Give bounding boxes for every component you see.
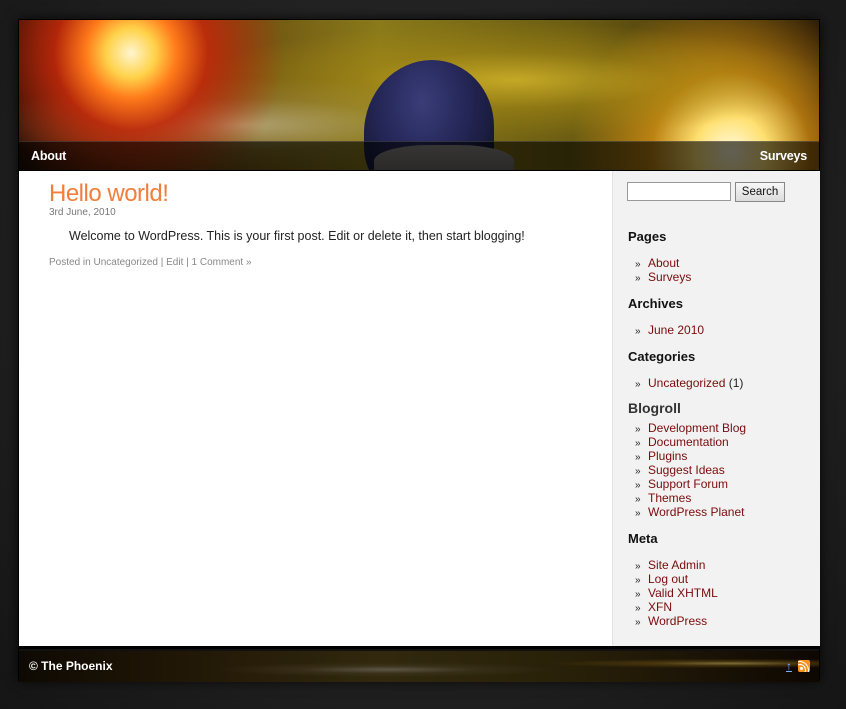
category-link-uncategorized[interactable]: Uncategorized (648, 376, 725, 390)
blogroll-link[interactable]: Documentation (648, 435, 729, 449)
archive-link-june-2010[interactable]: June 2010 (648, 323, 704, 337)
blogroll-link[interactable]: WordPress Planet (648, 505, 745, 519)
list-item: » WordPress Planet (635, 505, 746, 519)
nav-about-link[interactable]: About (31, 149, 66, 163)
blogroll-link[interactable]: Themes (648, 491, 691, 505)
meta-heading: Meta (628, 531, 658, 546)
bullet-icon: » (635, 379, 641, 390)
pages-list: » About » Surveys (635, 256, 691, 284)
blogroll-heading: Blogroll (628, 400, 681, 416)
post-category-link[interactable]: Uncategorized (93, 257, 157, 268)
list-item: » Themes (635, 491, 746, 505)
archives-list: » June 2010 (635, 323, 704, 337)
categories-list: » Uncategorized (1) (635, 376, 743, 390)
meta-link-wordpress[interactable]: WordPress (648, 614, 707, 628)
list-item: » Valid XHTML (635, 586, 718, 600)
list-item: » Suggest Ideas (635, 463, 746, 477)
list-item: » Log out (635, 572, 718, 586)
post-meta: Posted in Uncategorized | Edit | 1 Comme… (49, 257, 252, 268)
nav-surveys-link[interactable]: Surveys (760, 149, 807, 163)
page-link-about[interactable]: About (648, 256, 679, 270)
top-nav: About Surveys (19, 141, 819, 170)
meta-link-xfn[interactable]: XFN (648, 600, 672, 614)
list-item: » Surveys (635, 270, 691, 284)
bullet-icon: » (635, 273, 641, 284)
blogroll-list: » Development Blog » Documentation » Plugin… (635, 421, 746, 519)
sidebar: Search Pages » About » Surveys Archives » J… (612, 171, 820, 646)
meta-link-site-admin[interactable]: Site Admin (648, 558, 705, 572)
post-meta-sep: | (157, 257, 167, 268)
list-item: » Documentation (635, 435, 746, 449)
list-item: » WordPress (635, 614, 718, 628)
post-meta-sep: | (183, 257, 192, 268)
page-wrapper: About Surveys Hello world! 3rd June, 201… (18, 19, 820, 682)
pages-heading: Pages (628, 229, 667, 244)
header-banner: About Surveys (19, 20, 819, 170)
post-comments-link[interactable]: 1 Comment » (192, 257, 252, 268)
list-item: » Development Blog (635, 421, 746, 435)
categories-heading: Categories (628, 349, 696, 364)
list-item: » XFN (635, 600, 718, 614)
bullet-icon: » (635, 326, 641, 337)
archives-heading: Archives (628, 296, 683, 311)
list-item: » Site Admin (635, 558, 718, 572)
list-item: » Plugins (635, 449, 746, 463)
list-item: » Support Forum (635, 477, 746, 491)
meta-list: » Site Admin » Log out » Valid XHTML » XFN »… (635, 558, 718, 628)
main-content: Hello world! 3rd June, 2010 Welcome to W… (19, 171, 612, 646)
blogroll-link[interactable]: Plugins (648, 449, 687, 463)
footer: © The Phoenix ↑ (19, 649, 819, 682)
footer-overlay (19, 651, 819, 682)
list-item: » June 2010 (635, 323, 704, 337)
post-body: Welcome to WordPress. This is your first… (69, 229, 525, 243)
post-date: 3rd June, 2010 (49, 207, 116, 218)
post-title[interactable]: Hello world! (49, 180, 169, 208)
rss-icon[interactable] (798, 660, 810, 672)
page-link-surveys[interactable]: Surveys (648, 270, 691, 284)
arrow-up-icon[interactable]: ↑ (786, 659, 792, 673)
list-item: » Uncategorized (1) (635, 376, 743, 390)
blogroll-link[interactable]: Suggest Ideas (648, 463, 725, 477)
search-button[interactable]: Search (735, 182, 785, 202)
search-input[interactable] (627, 182, 731, 201)
meta-link-valid-xhtml[interactable]: Valid XHTML (648, 586, 718, 600)
blogroll-link[interactable]: Development Blog (648, 421, 746, 435)
blogroll-link[interactable]: Support Forum (648, 477, 728, 491)
list-item: » About (635, 256, 691, 270)
post-meta-prefix: Posted in (49, 257, 94, 268)
bullet-icon: » (635, 617, 641, 628)
rss-dot (800, 667, 803, 670)
footer-copyright: © The Phoenix (29, 659, 113, 673)
bullet-icon: » (635, 508, 641, 519)
category-count: (1) (725, 376, 744, 390)
post-edit-link[interactable]: Edit (166, 257, 183, 268)
meta-link-log-out[interactable]: Log out (648, 572, 688, 586)
